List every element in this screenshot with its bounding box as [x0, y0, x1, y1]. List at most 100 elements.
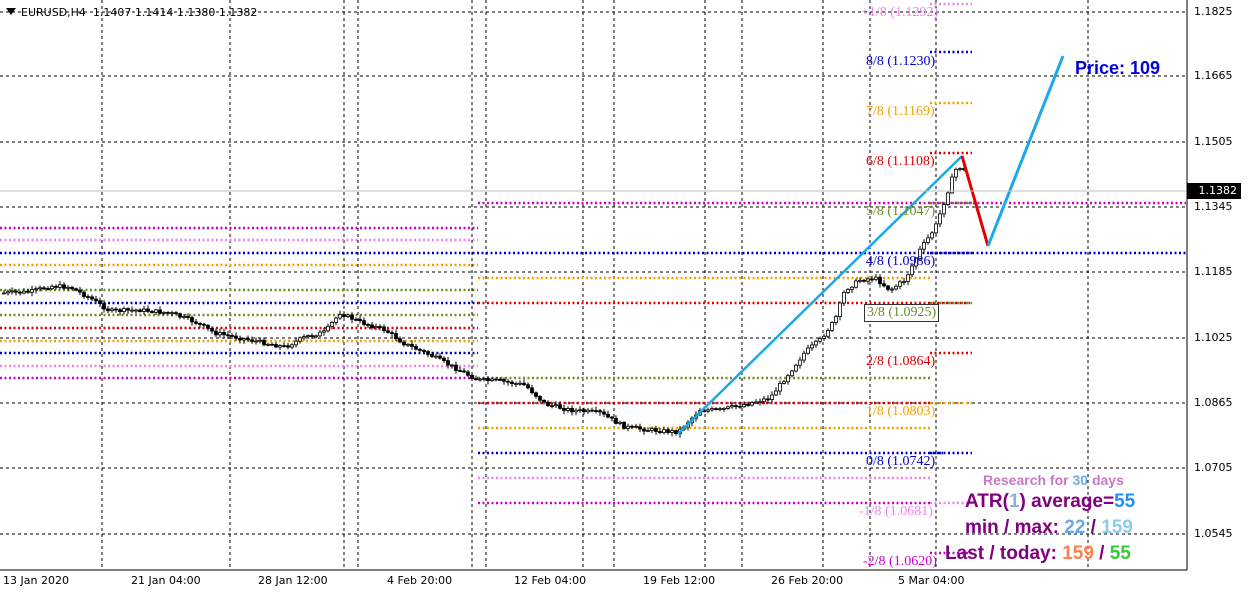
atr-mid: ) average=	[1019, 491, 1115, 512]
price-tick: 1.1185	[1194, 265, 1233, 278]
candle-body	[214, 330, 218, 336]
candle-body	[122, 308, 126, 313]
candle-body	[670, 430, 674, 433]
candle-body	[42, 287, 46, 290]
candle-body	[458, 370, 462, 372]
candle-body	[854, 280, 858, 288]
candle-body	[418, 348, 422, 351]
candle-body	[210, 327, 214, 332]
candle-body	[622, 421, 626, 429]
candle-body	[206, 324, 210, 329]
symbol-header: EURUSD,H4 1.1407 1.1414 1.1380 1.1382	[6, 6, 257, 19]
candle-body	[554, 404, 558, 407]
candle-body	[54, 285, 58, 288]
candle-body	[194, 321, 198, 324]
candle-body	[662, 429, 666, 433]
candle-body	[222, 332, 226, 336]
candle-body	[50, 285, 54, 289]
candle-body	[530, 387, 534, 394]
candle-body	[870, 278, 874, 281]
candle-body	[610, 416, 614, 419]
candle-body	[26, 290, 30, 293]
candlesticks	[2, 165, 966, 438]
candle-body	[766, 398, 770, 401]
candle-body	[490, 378, 494, 381]
candle-body	[322, 330, 326, 333]
candle-body	[318, 331, 322, 337]
candle-body	[642, 428, 646, 432]
candle-body	[274, 344, 278, 348]
chart-window[interactable]: EURUSD,H4 1.1407 1.1414 1.1380 1.1382 1.…	[0, 0, 1250, 596]
price-tick: 1.1505	[1194, 135, 1233, 148]
candle-body	[926, 237, 930, 243]
time-tick: 26 Feb 20:00	[771, 574, 844, 587]
candle-body	[22, 290, 26, 294]
candle-body	[82, 291, 86, 297]
candle-body	[434, 355, 438, 358]
candle-body	[390, 332, 394, 334]
murrey-label: -2/8 (1.0620)	[863, 554, 937, 569]
candle-body	[842, 292, 846, 304]
candle-body	[638, 426, 642, 430]
candle-body	[170, 312, 174, 315]
murrey-label: 4/8 (1.0986)	[866, 254, 936, 269]
candle-body	[674, 430, 678, 435]
candle-body	[186, 316, 190, 318]
candle-body	[846, 289, 850, 293]
last-value: 159	[1062, 543, 1094, 564]
candle-body	[874, 276, 878, 280]
murrey-label: 1/8 (1.0803)	[866, 404, 936, 419]
candle-body	[894, 285, 898, 290]
projection-line	[986, 55, 1065, 247]
murrey-label: 8/8 (1.1230)	[866, 54, 936, 69]
time-tick: 4 Feb 20:00	[387, 574, 453, 587]
candle-body	[818, 338, 822, 342]
price-label: Price: 109	[1075, 58, 1161, 78]
candle-body	[114, 308, 118, 311]
time-tick: 28 Jan 12:00	[258, 574, 328, 587]
candle-body	[270, 343, 274, 346]
candle-body	[494, 378, 498, 381]
candle-body	[878, 276, 882, 285]
candle-body	[738, 405, 742, 408]
candle-body	[538, 395, 542, 401]
candle-body	[802, 352, 806, 361]
candle-body	[290, 344, 294, 348]
candle-body	[770, 394, 774, 400]
candle-body	[650, 428, 654, 431]
candle-body	[98, 300, 102, 304]
price-tick: 1.0545	[1194, 527, 1233, 540]
candle-body	[902, 281, 906, 283]
candle-body	[146, 308, 150, 312]
candle-body	[498, 378, 502, 381]
collapse-triangle-icon[interactable]	[6, 8, 16, 15]
candle-body	[174, 312, 178, 315]
candle-body	[110, 308, 114, 312]
candle-body	[430, 353, 434, 358]
candle-body	[466, 371, 470, 376]
candle-body	[94, 298, 98, 302]
candle-body	[354, 318, 358, 321]
candle-body	[822, 335, 826, 339]
candle-body	[562, 408, 566, 411]
candle-body	[414, 346, 418, 350]
max-value: 159	[1101, 517, 1133, 538]
candle-body	[226, 334, 230, 337]
candle-body	[406, 343, 410, 346]
candle-body	[526, 384, 530, 389]
time-tick: 19 Feb 12:00	[643, 574, 716, 587]
minmax-line: min / max: 22 / 159	[965, 517, 1133, 539]
candle-body	[278, 345, 282, 348]
time-tick: 21 Jan 04:00	[131, 574, 201, 587]
candle-body	[486, 378, 490, 381]
candle-body	[446, 360, 450, 366]
candle-body	[626, 425, 630, 429]
candle-body	[358, 318, 362, 322]
price-tick: 1.1345	[1194, 200, 1233, 213]
candle-body	[606, 413, 610, 418]
candle-body	[326, 325, 330, 332]
candle-body	[438, 355, 442, 359]
candle-body	[782, 381, 786, 384]
candle-body	[262, 339, 266, 346]
murrey-label: -1/8 (1.0681)	[859, 504, 933, 519]
